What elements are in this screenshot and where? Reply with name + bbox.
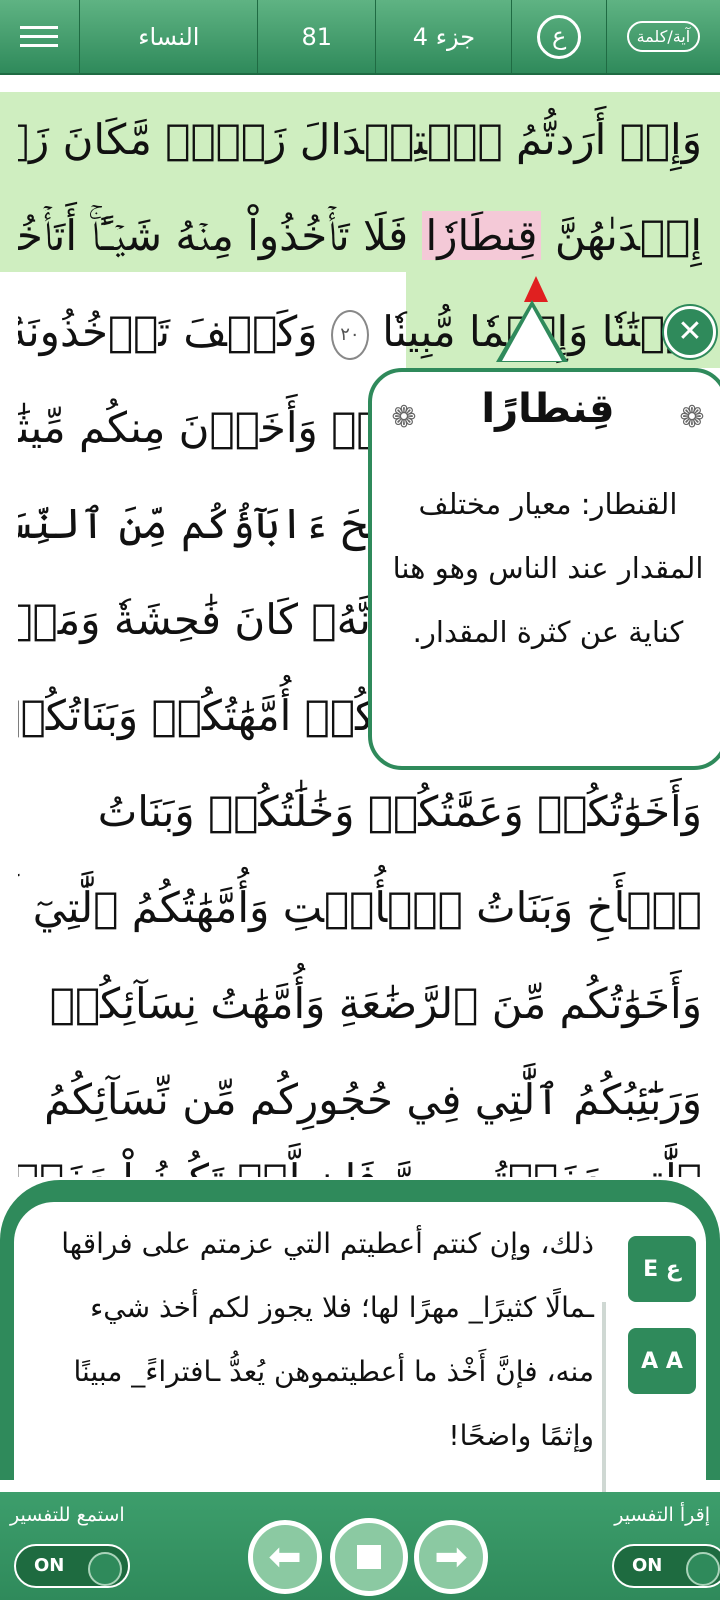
menu-button[interactable] [0, 0, 79, 73]
top-bar: النساء 81 جزء 4 ع آية/كلمة [0, 0, 720, 75]
tafsir-text: ذلك، وإن كنتم أعطيتم التي عزمتم على فراق… [61, 1227, 594, 1452]
translate-button[interactable]: E ع [628, 1236, 696, 1302]
popup-meaning-text: القنطار: معيار مختلف المقدار عند الناس و… [392, 487, 704, 649]
hamburger-icon [19, 25, 58, 47]
tafsir-panel: ذلك، وإن كنتم أعطيتم التي عزمتم على فراق… [0, 1180, 720, 1532]
read-tafsir-label: إقرأ التفسير [614, 1504, 710, 1526]
quran-line[interactable]: وَإِنۡ أَرَدتُّمُ ٱسۡتِبۡدَالَ زَوۡجٖ مَ… [18, 92, 702, 188]
word-meaning-popup: ❁ قِنطارًا ❁ القنطار: معيار مختلف المقدا… [368, 368, 720, 770]
previous-button[interactable]: ⬅ [248, 1520, 322, 1594]
quran-line[interactable]: وَأَخَوَٰتُكُمۡ وَعَمَّٰتُكُمۡ وَخَٰلَٰت… [18, 764, 702, 860]
next-button[interactable]: ➡ [414, 1520, 488, 1594]
listen-tafsir-label: استمع للتفسير [10, 1504, 125, 1526]
surah-name[interactable]: النساء [79, 0, 257, 73]
close-popup-button[interactable]: ✕ [664, 306, 716, 358]
arrow-right-icon: ➡ [434, 1534, 468, 1580]
ayn-icon: ع [537, 14, 582, 59]
translate-icon: E ع [643, 1256, 681, 1282]
read-tafsir-toggle[interactable]: ON [612, 1544, 720, 1588]
quran-line[interactable]: ٱلۡأَخِ وَبَنَاتُ ٱلۡأُخۡتِ وَأُمَّهَٰتُ… [18, 860, 702, 956]
toggle-state: ON [632, 1555, 663, 1576]
listen-tafsir-toggle[interactable]: ON [14, 1544, 130, 1588]
popup-word-title: قِنطارًا [481, 386, 615, 432]
selected-word[interactable]: قِنطَارٗا [421, 211, 542, 260]
arrow-left-icon: ⬅ [268, 1534, 302, 1580]
page-number[interactable]: 81 [257, 0, 375, 73]
bottom-bar: استمع للتفسير إقرأ التفسير ON ON ⬅ ➡ [0, 1492, 720, 1600]
juz-number[interactable]: جزء 4 [375, 0, 511, 73]
quran-line[interactable]: ٱلَّٰتِي دَخَلۡتُم بِهِنَّ فَإِن لَّمۡ ت… [18, 1132, 702, 1177]
quran-line[interactable]: وَأَخَوَٰتُكُم مِّنَ ٱلرَّضَٰعَةِ وَأُمَ… [18, 956, 702, 1052]
aya-word-toggle[interactable]: آية/كلمة [605, 0, 720, 73]
quran-line[interactable]: إِحۡدَىٰهُنَّ قِنطَارٗا فَلَا تَأۡخُذُوا… [18, 188, 702, 284]
tafsir-content[interactable]: ذلك، وإن كنتم أعطيتم التي عزمتم على فراق… [14, 1202, 706, 1532]
toggle-knob [686, 1552, 720, 1586]
toggle-state: ON [34, 1555, 65, 1576]
stop-icon [357, 1545, 381, 1569]
quran-word[interactable]: إِحۡدَىٰهُنَّ [555, 211, 702, 260]
selection-marker-icon [524, 276, 548, 302]
font-size-button[interactable]: A A [628, 1328, 696, 1394]
quran-line[interactable]: بُهۡتَٰنٗا وَإِثۡمٗا مُّبِينٗا ٢٠ وَكَيۡ… [18, 284, 702, 380]
stop-button[interactable] [330, 1518, 408, 1596]
aya-word-icon: آية/كلمة [626, 21, 701, 52]
font-size-icon: A A [641, 1348, 683, 1374]
quran-word[interactable]: فَلَا تَأۡخُذُواْ مِنۡهُ شَيۡـًٔاۚ أَتَأ… [18, 211, 408, 260]
popup-pointer-inner [502, 307, 562, 361]
close-icon: ✕ [677, 314, 703, 349]
ayah-number-marker[interactable]: ٢٠ [330, 310, 369, 360]
quran-word[interactable]: وَكَيۡفَ تَأۡخُذُونَهُۥ وَقَدۡ أَفۡضَىٰ [18, 307, 318, 356]
ornament-left-icon: ❁ [391, 400, 417, 435]
toggle-knob [88, 1552, 122, 1586]
ayn-button[interactable]: ع [511, 0, 605, 73]
ornament-right-icon: ❁ [679, 400, 705, 435]
